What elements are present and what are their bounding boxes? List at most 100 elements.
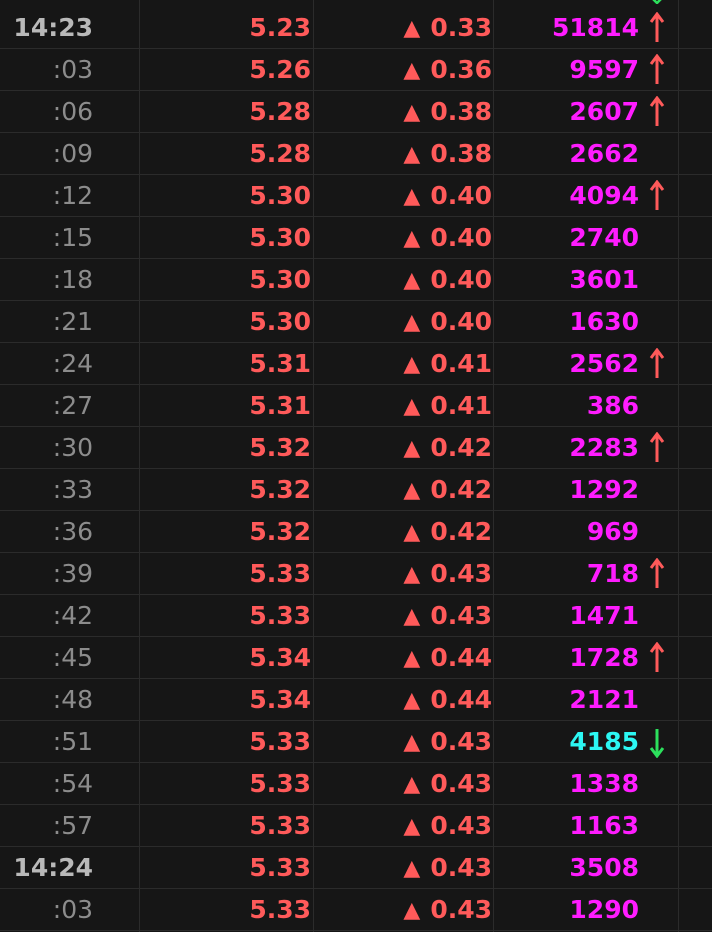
tick-price: 5.23 <box>249 13 311 42</box>
triangle-up-icon: ▲ <box>403 268 421 293</box>
tick-volume: 3601 <box>569 265 639 294</box>
tick-change-value: 0.40 <box>430 307 492 336</box>
tick-change: ▲ 0.40 <box>314 217 492 258</box>
tick-row[interactable]: :15 5.30 ▲ 0.40 2740 <box>0 217 712 259</box>
tick-row[interactable]: :06 5.28 ▲ 0.38 2607 <box>0 91 712 133</box>
tick-row[interactable]: :09 5.28 ▲ 0.38 2662 <box>0 133 712 175</box>
tick-change-value: 0.44 <box>430 643 492 672</box>
tick-time: 14:23 <box>13 13 93 42</box>
tick-change-value: 0.40 <box>430 181 492 210</box>
tick-row[interactable]: :54 5.33 ▲ 0.43 1338 <box>0 763 712 805</box>
tick-change: ▲ 0.40 <box>314 301 492 342</box>
tick-volume: 969 <box>586 517 639 546</box>
tick-time: :30 <box>52 433 93 462</box>
tick-row[interactable]: :21 5.30 ▲ 0.40 1630 <box>0 301 712 343</box>
tick-change-value: 0.43 <box>430 895 492 924</box>
tick-row[interactable]: :48 5.34 ▲ 0.44 2121 <box>0 679 712 721</box>
tick-change-value: 0.40 <box>430 265 492 294</box>
arrow-up-icon <box>648 642 666 674</box>
tick-row[interactable]: :27 5.31 ▲ 0.41 386 <box>0 385 712 427</box>
tick-price: 5.28 <box>249 139 311 168</box>
triangle-up-icon: ▲ <box>403 772 421 797</box>
tick-price: 5.33 <box>249 811 311 840</box>
tick-change: ▲ 0.38 <box>314 133 492 174</box>
tick-change: ▲ 0.43 <box>314 889 492 930</box>
tick-volume: 4185 <box>569 727 639 756</box>
tick-price: 5.33 <box>249 727 311 756</box>
tick-volume: 1728 <box>569 643 639 672</box>
tick-volume: 2283 <box>569 433 639 462</box>
tick-change-value: 0.41 <box>430 349 492 378</box>
tick-volume: 718 <box>586 559 639 588</box>
tick-volume: 9597 <box>569 55 639 84</box>
tick-volume: 1471 <box>569 601 639 630</box>
tick-change-value: 0.43 <box>430 727 492 756</box>
tick-price: 5.34 <box>249 685 311 714</box>
tick-price: 5.30 <box>249 223 311 252</box>
tick-price: 5.31 <box>249 391 311 420</box>
tick-volume: 1292 <box>569 475 639 504</box>
triangle-up-icon: ▲ <box>403 100 421 125</box>
triangle-up-icon: ▲ <box>403 730 421 755</box>
tick-row[interactable]: :45 5.34 ▲ 0.44 1728 <box>0 637 712 679</box>
tick-row[interactable]: :12 5.30 ▲ 0.40 4094 <box>0 175 712 217</box>
tick-row[interactable]: :33 5.32 ▲ 0.42 1292 <box>0 469 712 511</box>
tick-row[interactable]: :03 5.26 ▲ 0.36 9597 <box>0 49 712 91</box>
tick-change: ▲ 0.33 <box>314 7 492 48</box>
arrow-up-icon <box>648 348 666 380</box>
tick-time: :24 <box>52 349 93 378</box>
tick-row[interactable]: 14:23 5.23 ▲ 0.33 51814 <box>0 7 712 49</box>
tick-change-value: 0.43 <box>430 811 492 840</box>
triangle-up-icon: ▲ <box>403 184 421 209</box>
triangle-up-icon: ▲ <box>403 520 421 545</box>
tick-row[interactable]: :30 5.32 ▲ 0.42 2283 <box>0 427 712 469</box>
tick-row[interactable]: :18 5.30 ▲ 0.40 3601 <box>0 259 712 301</box>
tick-change: ▲ 0.42 <box>314 469 492 510</box>
tick-time: :21 <box>52 307 93 336</box>
tick-time: :54 <box>52 769 93 798</box>
arrow-up-icon <box>648 432 666 464</box>
tick-row[interactable]: 14:24 5.33 ▲ 0.43 3508 <box>0 847 712 889</box>
tick-change-value: 0.44 <box>430 685 492 714</box>
tick-by-tick-list[interactable]: 14:23 5.23 ▲ 0.33 51814:03 5.26 ▲ 0.36 9597:06 5.… <box>0 0 712 932</box>
tick-change-value: 0.42 <box>430 433 492 462</box>
tick-change: ▲ 0.42 <box>314 427 492 468</box>
tick-row[interactable]: :42 5.33 ▲ 0.43 1471 <box>0 595 712 637</box>
tick-change: ▲ 0.43 <box>314 553 492 594</box>
tick-time: :12 <box>52 181 93 210</box>
tick-change-value: 0.43 <box>430 769 492 798</box>
tick-change-value: 0.42 <box>430 475 492 504</box>
tick-change-value: 0.42 <box>430 517 492 546</box>
tick-row[interactable]: :51 5.33 ▲ 0.43 4185 <box>0 721 712 763</box>
triangle-up-icon: ▲ <box>403 562 421 587</box>
tick-change: ▲ 0.44 <box>314 679 492 720</box>
tick-volume: 51814 <box>552 13 639 42</box>
tick-row[interactable]: :24 5.31 ▲ 0.41 2562 <box>0 343 712 385</box>
tick-change: ▲ 0.41 <box>314 385 492 426</box>
tick-price: 5.33 <box>249 853 311 882</box>
tick-price: 5.28 <box>249 97 311 126</box>
triangle-up-icon: ▲ <box>403 226 421 251</box>
tick-volume: 1630 <box>569 307 639 336</box>
triangle-up-icon: ▲ <box>403 16 421 41</box>
tick-volume: 1338 <box>569 769 639 798</box>
tick-change-value: 0.38 <box>430 97 492 126</box>
tick-time: :57 <box>52 811 93 840</box>
tick-volume: 1290 <box>569 895 639 924</box>
tick-time: :06 <box>52 97 93 126</box>
tick-change-value: 0.38 <box>430 139 492 168</box>
tick-price: 5.33 <box>249 895 311 924</box>
tick-row[interactable]: :36 5.32 ▲ 0.42 969 <box>0 511 712 553</box>
tick-price: 5.30 <box>249 265 311 294</box>
tick-change: ▲ 0.43 <box>314 805 492 846</box>
triangle-up-icon: ▲ <box>403 604 421 629</box>
triangle-up-icon: ▲ <box>403 898 421 923</box>
tick-change-value: 0.36 <box>430 55 492 84</box>
tick-change-value: 0.33 <box>430 13 492 42</box>
tick-row[interactable]: :57 5.33 ▲ 0.43 1163 <box>0 805 712 847</box>
tick-price: 5.26 <box>249 55 311 84</box>
tick-change: ▲ 0.42 <box>314 511 492 552</box>
tick-row[interactable]: :03 5.33 ▲ 0.43 1290 <box>0 889 712 931</box>
tick-row[interactable]: :39 5.33 ▲ 0.43 718 <box>0 553 712 595</box>
tick-volume: 2562 <box>569 349 639 378</box>
